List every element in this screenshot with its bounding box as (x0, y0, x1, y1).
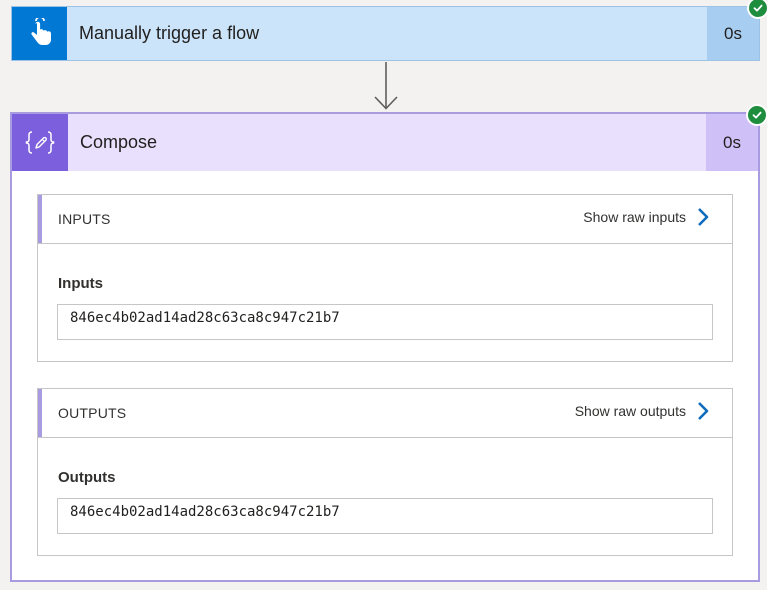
trigger-success-check-icon (747, 0, 767, 19)
compose-card: Compose 0s INPUTS Show raw inputs Inputs… (10, 104, 767, 582)
chevron-right-icon (698, 208, 709, 226)
show-raw-inputs-label: Show raw inputs (583, 209, 686, 225)
outputs-field-label: Outputs (58, 469, 116, 486)
inputs-value-field[interactable]: 846ec4b02ad14ad28c63ca8c947c21b7 (57, 304, 713, 340)
inputs-section-accent (38, 195, 42, 243)
show-raw-outputs-link[interactable]: Show raw outputs (575, 389, 710, 433)
outputs-section: OUTPUTS Show raw outputs Outputs 846ec4b… (37, 388, 733, 556)
show-raw-outputs-label: Show raw outputs (574, 403, 686, 419)
trigger-icon-box (12, 7, 67, 60)
outputs-value-field[interactable]: 846ec4b02ad14ad28c63ca8c947c21b7 (57, 498, 713, 534)
inputs-section-header: INPUTS Show raw inputs (38, 195, 732, 244)
compose-braces-icon (25, 130, 55, 154)
touch-hand-icon (30, 17, 51, 45)
inputs-section-title: INPUTS (58, 211, 111, 227)
outputs-section-header: OUTPUTS Show raw outputs (38, 389, 732, 438)
chevron-right-icon (698, 402, 709, 420)
compose-success-check-icon (746, 104, 767, 126)
inputs-field-label: Inputs (58, 275, 103, 292)
show-raw-inputs-link[interactable]: Show raw inputs (583, 195, 710, 239)
compose-title: Compose (80, 132, 158, 152)
compose-icon-box (12, 114, 68, 171)
connector-arrow-icon (374, 62, 398, 110)
outputs-section-title: OUTPUTS (58, 405, 127, 421)
outputs-section-accent (38, 389, 42, 437)
compose-header[interactable]: Compose 0s (12, 114, 758, 171)
inputs-section: INPUTS Show raw inputs Inputs 846ec4b02a… (37, 194, 733, 362)
trigger-title: Manually trigger a flow (79, 23, 260, 43)
trigger-card[interactable]: Manually trigger a flow 0s (11, 0, 767, 61)
